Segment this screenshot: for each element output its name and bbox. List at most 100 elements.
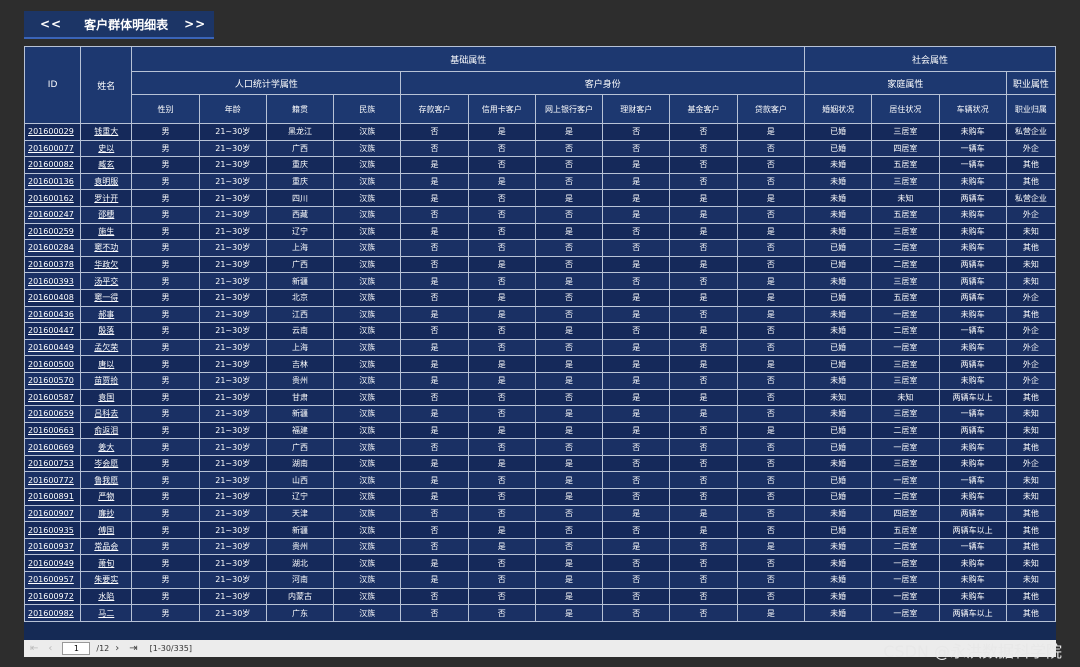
customer-id-cell[interactable]: 201600077 <box>24 139 82 158</box>
customer-name-link[interactable]: 常品会 <box>94 542 118 551</box>
customer-id-link[interactable]: 201600284 <box>28 243 74 252</box>
customer-name-link[interactable]: 史以 <box>98 144 114 153</box>
customer-name-cell[interactable]: 朱要实 <box>80 571 133 589</box>
customer-id-link[interactable]: 201600082 <box>28 160 74 169</box>
customer-name-link[interactable]: 郝事 <box>98 310 114 319</box>
next-page-icon[interactable]: › <box>115 643 119 654</box>
customer-name-link[interactable]: 俞返泪 <box>94 426 118 435</box>
customer-id-link[interactable]: 201600378 <box>28 260 74 269</box>
customer-id-cell[interactable]: 201600659 <box>24 405 82 423</box>
customer-id-cell[interactable]: 201600570 <box>24 371 82 390</box>
customer-id-link[interactable]: 201600259 <box>28 227 74 236</box>
customer-id-link[interactable]: 201600949 <box>28 559 74 568</box>
customer-id-cell[interactable]: 201600162 <box>24 189 82 207</box>
column-header-name[interactable]: 姓名 <box>80 46 133 124</box>
customer-name-cell[interactable]: 水陷 <box>80 587 133 606</box>
customer-id-cell[interactable]: 201600500 <box>24 355 82 373</box>
customer-name-link[interactable]: 苗贾拾 <box>94 376 118 385</box>
customer-id-link[interactable]: 201600570 <box>28 376 74 385</box>
customer-name-cell[interactable]: 萧旬 <box>80 554 133 573</box>
customer-id-cell[interactable]: 201600029 <box>24 123 82 141</box>
customer-name-link[interactable]: 傅国 <box>98 526 114 535</box>
customer-id-link[interactable]: 201600663 <box>28 426 74 435</box>
customer-id-link[interactable]: 201600669 <box>28 443 74 452</box>
customer-id-cell[interactable]: 201600259 <box>24 222 82 241</box>
customer-name-link[interactable]: 萧旬 <box>98 559 114 568</box>
customer-name-cell[interactable]: 姜大 <box>80 438 133 456</box>
customer-name-cell[interactable]: 窦不功 <box>80 239 133 257</box>
customer-name-cell[interactable]: 孟欠荣 <box>80 338 133 357</box>
customer-name-link[interactable]: 窦一得 <box>94 293 118 302</box>
customer-id-cell[interactable]: 201600669 <box>24 438 82 456</box>
customer-name-link[interactable]: 吕科去 <box>94 409 118 418</box>
customer-name-link[interactable]: 汤平交 <box>94 277 118 286</box>
customer-id-link[interactable]: 201600937 <box>28 542 74 551</box>
customer-name-link[interactable]: 罗计开 <box>94 194 118 203</box>
customer-id-cell[interactable]: 201600449 <box>24 338 82 357</box>
customer-name-cell[interactable]: 臧玄 <box>80 156 133 174</box>
column-header[interactable]: 基金客户 <box>669 94 738 124</box>
customer-id-link[interactable]: 201600982 <box>28 609 74 618</box>
customer-name-link[interactable]: 华政欠 <box>94 260 118 269</box>
column-header[interactable]: 网上银行客户 <box>534 94 604 124</box>
column-header[interactable]: 居住状况 <box>871 94 940 124</box>
column-header[interactable]: 理财客户 <box>602 94 671 124</box>
customer-name-cell[interactable]: 汤平交 <box>80 272 133 290</box>
column-header-id[interactable]: ID <box>24 46 82 124</box>
last-page-icon[interactable]: ⇥ <box>129 643 137 654</box>
first-page-icon[interactable]: ⇤ <box>30 643 38 654</box>
customer-id-link[interactable]: 201600753 <box>28 459 74 468</box>
customer-id-cell[interactable]: 201600284 <box>24 239 82 257</box>
column-header[interactable]: 民族 <box>333 94 402 124</box>
customer-name-cell[interactable]: 邵穗 <box>80 205 133 224</box>
customer-name-cell[interactable]: 史以 <box>80 139 133 158</box>
customer-name-cell[interactable]: 廉抄 <box>80 504 133 523</box>
column-header[interactable]: 信用卡客户 <box>467 94 536 124</box>
customer-id-cell[interactable]: 201600082 <box>24 156 82 174</box>
customer-name-link[interactable]: 唐以 <box>98 360 114 369</box>
customer-id-link[interactable]: 201600659 <box>28 409 74 418</box>
customer-name-cell[interactable]: 岑会愿 <box>80 454 133 473</box>
customer-name-cell[interactable]: 常品会 <box>80 537 133 556</box>
customer-name-link[interactable]: 邵穗 <box>98 210 114 219</box>
column-header[interactable]: 婚姻状况 <box>804 94 873 124</box>
prev-report-button[interactable]: << <box>40 17 62 31</box>
column-header[interactable]: 籍贯 <box>265 94 335 124</box>
customer-id-link[interactable]: 201600247 <box>28 210 74 219</box>
customer-id-link[interactable]: 201600772 <box>28 476 74 485</box>
prev-page-icon[interactable]: ‹ <box>48 643 52 654</box>
customer-name-link[interactable]: 鲁我愿 <box>94 476 118 485</box>
customer-id-cell[interactable]: 201600937 <box>24 537 82 556</box>
customer-id-cell[interactable]: 201600378 <box>24 255 82 274</box>
customer-id-link[interactable]: 201600449 <box>28 343 74 352</box>
customer-id-link[interactable]: 201600408 <box>28 293 74 302</box>
customer-name-link[interactable]: 窦不功 <box>94 243 118 252</box>
customer-name-cell[interactable]: 施生 <box>80 222 133 241</box>
customer-name-link[interactable]: 岑会愿 <box>94 459 118 468</box>
customer-name-cell[interactable]: 俞返泪 <box>80 421 133 440</box>
customer-name-cell[interactable]: 苗贾拾 <box>80 371 133 390</box>
customer-name-link[interactable]: 殷落 <box>98 326 114 335</box>
customer-id-cell[interactable]: 201600408 <box>24 288 82 307</box>
customer-name-link[interactable]: 马二 <box>98 609 114 618</box>
customer-name-link[interactable]: 姜大 <box>98 443 114 452</box>
customer-name-link[interactable]: 孟欠荣 <box>94 343 118 352</box>
customer-name-cell[interactable]: 鲁我愿 <box>80 471 133 490</box>
customer-id-cell[interactable]: 201600972 <box>24 587 82 606</box>
customer-id-cell[interactable]: 201600136 <box>24 172 82 191</box>
customer-name-cell[interactable]: 殷落 <box>80 322 133 340</box>
customer-id-cell[interactable]: 201600935 <box>24 521 82 539</box>
customer-name-cell[interactable]: 钱重大 <box>80 123 133 141</box>
column-header[interactable]: 年龄 <box>198 94 267 124</box>
customer-name-cell[interactable]: 吕科去 <box>80 405 133 423</box>
column-header[interactable]: 性别 <box>131 94 200 124</box>
customer-id-cell[interactable]: 201600982 <box>24 604 82 622</box>
customer-id-cell[interactable]: 201600663 <box>24 421 82 440</box>
customer-id-cell[interactable]: 201600436 <box>24 305 82 324</box>
customer-id-link[interactable]: 201600500 <box>28 360 74 369</box>
customer-id-cell[interactable]: 201600587 <box>24 388 82 407</box>
customer-id-cell[interactable]: 201600772 <box>24 471 82 490</box>
customer-id-link[interactable]: 201600393 <box>28 277 74 286</box>
customer-id-cell[interactable]: 201600393 <box>24 272 82 290</box>
customer-id-link[interactable]: 201600891 <box>28 492 74 501</box>
